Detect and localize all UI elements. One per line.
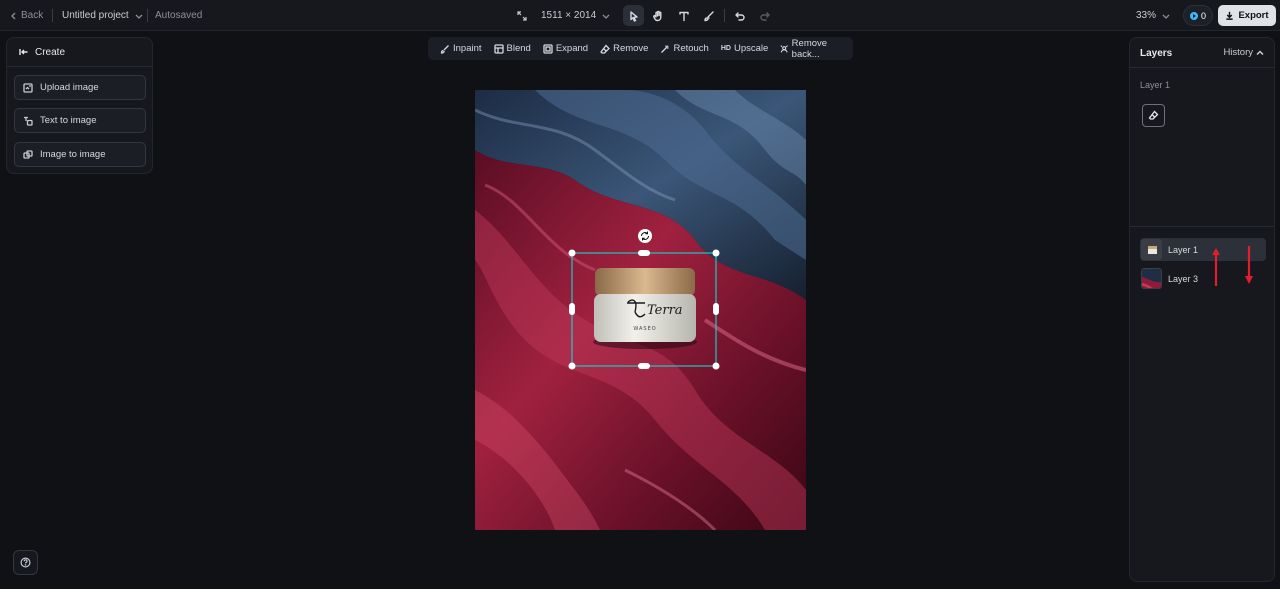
expand-label: Expand [555,43,589,54]
credits-count: 0 [1200,10,1206,21]
collapse-left-icon [19,49,28,55]
chevron-down-icon [1162,14,1170,19]
zoom-dropdown[interactable]: 33% [1136,0,1170,31]
upload-image-button[interactable]: Upload image [14,75,146,100]
divider [52,9,53,22]
top-bar: Back Untitled project Autosaved 1511 × 2… [0,0,1280,31]
retouch-icon [661,44,670,53]
canvas-photo: Terra WASEO [475,90,806,530]
remove-button[interactable]: Remove [594,37,654,60]
eraser-icon [1148,110,1159,120]
autosave-status: Autosaved [155,10,203,21]
divider [724,9,725,22]
blend-button[interactable]: Blend [488,37,537,60]
undo-icon [734,11,745,21]
back-label: Back [21,10,44,21]
inpaint-label: Inpaint [453,43,482,54]
layer-thumbnail [1141,268,1162,289]
divider [147,9,148,22]
hand-icon [652,10,661,21]
layers-panel-header: Layers History [1130,38,1274,68]
text-to-image-button[interactable]: Text to image [14,108,146,133]
selected-layer-label: Layer 1 [1140,80,1171,90]
export-button[interactable]: Export [1218,5,1276,26]
text-tool-button[interactable] [673,5,694,26]
help-icon [20,557,31,568]
rotate-handle[interactable] [638,229,652,243]
export-label: Export [1238,10,1269,21]
download-icon [1226,11,1234,20]
upload-image-icon [23,82,33,93]
hand-tool-button[interactable] [647,5,668,26]
zoom-level: 33% [1136,10,1157,21]
chevron-down-icon [602,14,610,19]
retouch-button[interactable]: Retouch [654,37,714,60]
eraser-icon [600,44,610,54]
upload-image-label: Upload image [40,82,99,93]
brush-icon [703,10,714,21]
upscale-button[interactable]: HD Upscale [715,37,774,60]
text-to-image-icon [24,116,33,126]
history-toggle[interactable]: History [1223,47,1264,58]
redo-icon [759,11,770,21]
text-to-image-label: Text to image [40,115,97,126]
undo-button[interactable] [729,5,750,26]
chevron-left-icon [11,12,16,19]
arrow-down-annotation [1245,246,1253,284]
chevron-up-icon [1256,49,1264,55]
upscale-label: Upscale [733,43,769,54]
inpaint-button[interactable]: Inpaint [434,37,488,60]
back-button[interactable]: Back [10,0,43,31]
hd-icon: HD [720,45,731,52]
brush-tool-button[interactable] [698,5,719,26]
create-panel: Create Upload image Text to image Image … [6,37,153,174]
jar-brand: Terra [647,303,683,318]
jar-subtext: WASEO [633,326,656,332]
image-to-image-button[interactable]: Image to image [14,142,146,167]
help-button[interactable] [13,550,38,575]
canvas-artboard[interactable]: Terra WASEO [475,90,806,530]
create-panel-header[interactable]: Create [7,38,152,67]
blend-icon [493,43,504,54]
project-title: Untitled project [62,10,129,21]
inpaint-icon [440,44,449,54]
blend-label: Blend [506,43,531,54]
canvas-size-dropdown[interactable]: 1511 × 2014 [517,0,610,31]
retouch-label: Retouch [673,43,709,54]
create-panel-title: Create [35,46,66,58]
remove-background-label: Remove back... [791,37,828,60]
canvas-size: 1511 × 2014 [541,10,597,21]
ai-tools-bar: Inpaint Blend Expand Remove Retouch HD U… [428,37,853,60]
text-icon [678,11,689,21]
layer-properties-button[interactable] [1142,104,1165,127]
image-to-image-icon [23,149,33,159]
expand-button[interactable]: Expand [537,37,594,60]
credits-badge[interactable]: 0 [1183,5,1213,26]
divider [1130,226,1274,227]
layers-title: Layers [1140,48,1173,59]
credit-icon [1189,11,1198,20]
history-label: History [1223,47,1253,58]
remove-label: Remove [613,43,649,54]
layers-panel: Layers History Layer 1 Layer 1 Layer 3 [1129,37,1275,582]
layer-thumbnail [1141,239,1162,260]
arrow-up-annotation [1212,248,1220,286]
remove-background-icon [780,44,789,53]
resize-icon [517,10,527,21]
remove-background-button[interactable]: Remove back... [774,37,853,60]
cursor-icon [629,10,638,22]
layer-name: Layer 3 [1168,273,1199,284]
expand-icon [543,43,553,54]
image-to-image-label: Image to image [40,149,106,160]
layer-name: Layer 1 [1168,244,1199,255]
select-tool-button[interactable] [623,5,644,26]
chevron-down-icon [135,14,143,19]
redo-button[interactable] [754,5,775,26]
project-title-dropdown[interactable]: Untitled project [62,0,143,31]
